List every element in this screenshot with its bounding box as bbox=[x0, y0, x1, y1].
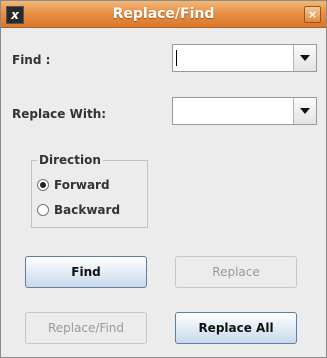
replace-all-button[interactable]: Replace All bbox=[175, 312, 297, 344]
replace-combobox[interactable] bbox=[172, 97, 317, 125]
radio-button-icon[interactable] bbox=[37, 179, 49, 191]
radio-forward-label: Forward bbox=[54, 178, 110, 192]
direction-legend: Direction bbox=[37, 153, 103, 167]
find-button[interactable]: Find bbox=[25, 256, 147, 288]
replace-button[interactable]: Replace bbox=[175, 256, 297, 288]
find-input[interactable] bbox=[177, 49, 289, 67]
replace-dropdown-button[interactable] bbox=[293, 98, 316, 124]
find-label: Find : bbox=[12, 53, 51, 67]
text-caret bbox=[176, 50, 177, 66]
radio-backward-label: Backward bbox=[54, 203, 121, 217]
find-dropdown-button[interactable] bbox=[293, 45, 316, 71]
replace-label: Replace With: bbox=[12, 107, 107, 121]
replace-find-dialog: x Replace/Find × Find : Replace With: Di… bbox=[0, 0, 327, 358]
close-icon[interactable]: × bbox=[304, 6, 321, 23]
find-combobox[interactable] bbox=[172, 44, 317, 72]
window-title: Replace/Find bbox=[112, 6, 215, 22]
radio-button-icon[interactable] bbox=[37, 204, 49, 216]
replace-input[interactable] bbox=[177, 102, 289, 120]
chevron-down-icon bbox=[300, 108, 310, 114]
replace-find-button[interactable]: Replace/Find bbox=[25, 312, 147, 344]
title-bar[interactable]: x Replace/Find × bbox=[1, 1, 326, 28]
chevron-down-icon bbox=[300, 55, 310, 61]
